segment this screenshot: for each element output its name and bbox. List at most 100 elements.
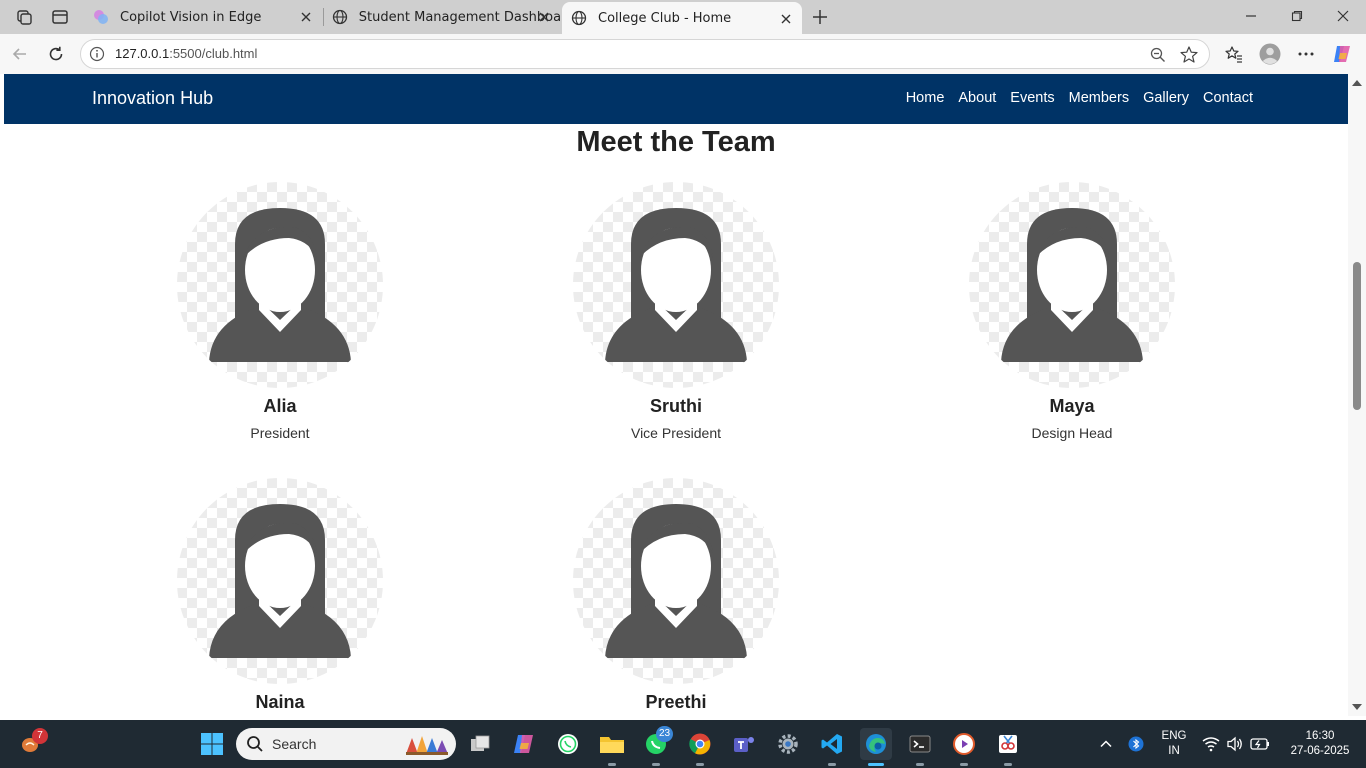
member-name: Sruthi xyxy=(650,396,702,416)
windows-taskbar: 7 Search 23 ENG IN 16:30 27-06-2025 xyxy=(0,720,1366,768)
nav-link-contact[interactable]: Contact xyxy=(1203,90,1253,106)
show-hidden-icons-chevron-icon[interactable] xyxy=(1090,728,1122,760)
search-icon xyxy=(246,735,264,753)
close-tab-icon[interactable] xyxy=(298,9,314,25)
favorite-star-icon[interactable] xyxy=(1179,45,1199,65)
volume-icon[interactable] xyxy=(1222,728,1248,760)
minimize-icon[interactable] xyxy=(1228,0,1274,32)
running-indicator xyxy=(828,763,836,766)
zoom-out-icon[interactable] xyxy=(1149,46,1167,64)
address-bar[interactable]: 127.0.0.1:5500/club.html xyxy=(80,39,1210,69)
more-options-icon[interactable] xyxy=(1294,42,1318,66)
member-avatar xyxy=(573,478,779,684)
copilot-app-icon[interactable] xyxy=(508,728,540,760)
media-player-icon[interactable] xyxy=(948,728,980,760)
teams-icon[interactable] xyxy=(728,728,760,760)
clock-date: 27-06-2025 xyxy=(1290,745,1350,757)
avatar-silhouette-icon xyxy=(209,208,351,362)
language-indicator[interactable]: ENG IN xyxy=(1156,729,1192,759)
vscode-icon[interactable] xyxy=(816,728,848,760)
member-avatar xyxy=(177,182,383,388)
member-card: Maya Design Head xyxy=(967,182,1177,441)
nav-link-gallery[interactable]: Gallery xyxy=(1143,90,1189,106)
wifi-icon[interactable] xyxy=(1198,728,1224,760)
clock-time: 16:30 xyxy=(1305,730,1335,742)
whatsapp-badge: 23 xyxy=(656,726,674,742)
browser-tab-strip: Copilot Vision in Edge Student Managemen… xyxy=(0,0,1366,34)
member-card: Sruthi Vice President xyxy=(571,182,781,441)
scroll-thumb[interactable] xyxy=(1353,262,1361,410)
terminal-icon[interactable] xyxy=(904,728,936,760)
running-indicator xyxy=(960,763,968,766)
member-avatar xyxy=(969,182,1175,388)
language-code: ENG xyxy=(1161,730,1187,742)
tab-copilot-vision[interactable]: Copilot Vision in Edge xyxy=(84,0,322,34)
site-nav: Home About Events Members Gallery Contac… xyxy=(906,90,1253,106)
tab-actions-icon[interactable] xyxy=(48,5,72,29)
profile-avatar[interactable] xyxy=(1258,42,1282,66)
nav-link-home[interactable]: Home xyxy=(906,90,945,106)
member-role: Design Head xyxy=(1031,425,1113,441)
back-icon[interactable] xyxy=(8,42,32,66)
task-view-icon[interactable] xyxy=(464,728,496,760)
tab-student-dashboard[interactable]: Student Management Dashboard xyxy=(324,0,560,34)
member-role: President xyxy=(250,425,310,441)
url-text: 127.0.0.1:5500/club.html xyxy=(115,46,257,61)
edge-icon[interactable] xyxy=(860,728,892,760)
copilot-icon[interactable] xyxy=(1330,42,1354,66)
site-brand[interactable]: Innovation Hub xyxy=(92,88,213,109)
clock[interactable]: 16:30 27-06-2025 xyxy=(1280,729,1360,759)
running-indicator xyxy=(916,763,924,766)
page-scrollbar[interactable] xyxy=(1348,74,1366,716)
scroll-down-arrow-icon[interactable] xyxy=(1352,704,1362,710)
globe-icon xyxy=(332,8,349,26)
member-name: Maya xyxy=(1049,396,1095,416)
nav-link-about[interactable]: About xyxy=(958,90,996,106)
member-name: Alia xyxy=(263,396,297,416)
running-indicator xyxy=(1004,763,1012,766)
search-label: Search xyxy=(272,736,317,752)
member-name: Preethi xyxy=(645,692,707,712)
info-icon[interactable] xyxy=(89,46,105,62)
refresh-icon[interactable] xyxy=(44,42,68,66)
chrome-icon[interactable] xyxy=(684,728,716,760)
globe-icon xyxy=(570,9,588,27)
member-avatar xyxy=(573,182,779,388)
restore-icon[interactable] xyxy=(1274,0,1320,32)
url-path: :5500/club.html xyxy=(169,46,258,61)
region-code: IN xyxy=(1168,745,1180,757)
avatar-silhouette-icon xyxy=(1001,208,1143,362)
nav-link-members[interactable]: Members xyxy=(1069,90,1129,106)
copilot-icon xyxy=(92,8,110,26)
workspaces-icon[interactable] xyxy=(12,5,36,29)
running-indicator xyxy=(608,763,616,766)
snipping-tool-icon[interactable] xyxy=(992,728,1024,760)
running-indicator xyxy=(652,763,660,766)
battery-icon[interactable] xyxy=(1246,728,1274,760)
member-role: Vice President xyxy=(630,425,721,441)
close-window-icon[interactable] xyxy=(1320,0,1366,32)
browser-toolbar: 127.0.0.1:5500/club.html xyxy=(0,34,1366,74)
start-windows-icon[interactable] xyxy=(196,728,228,760)
nav-link-events[interactable]: Events xyxy=(1010,90,1054,106)
tab-college-club[interactable]: College Club - Home xyxy=(562,2,802,34)
running-indicator xyxy=(696,763,704,766)
site-navbar: Innovation Hub Home About Events Members… xyxy=(4,74,1348,124)
taskbar-search-box[interactable]: Search xyxy=(236,728,456,760)
avatar-silhouette-icon xyxy=(605,208,747,362)
new-tab-icon[interactable] xyxy=(808,5,832,29)
bluetooth-icon[interactable] xyxy=(1122,728,1150,760)
file-explorer-icon[interactable] xyxy=(596,728,628,760)
settings-gear-icon[interactable] xyxy=(772,728,804,760)
whatsapp-icon[interactable] xyxy=(552,728,584,760)
close-tab-icon[interactable] xyxy=(778,11,794,27)
section-title: Meet the Team xyxy=(576,126,776,158)
close-tab-icon[interactable] xyxy=(536,9,552,25)
scroll-up-arrow-icon[interactable] xyxy=(1352,80,1362,86)
avatar-silhouette-icon xyxy=(209,504,351,658)
page-viewport: Innovation Hub Home About Events Members… xyxy=(4,74,1348,716)
url-host: 127.0.0.1 xyxy=(115,46,170,61)
member-name: Naina xyxy=(255,692,305,712)
notification-badge: 7 xyxy=(32,728,48,744)
favorites-icon[interactable] xyxy=(1222,42,1246,66)
